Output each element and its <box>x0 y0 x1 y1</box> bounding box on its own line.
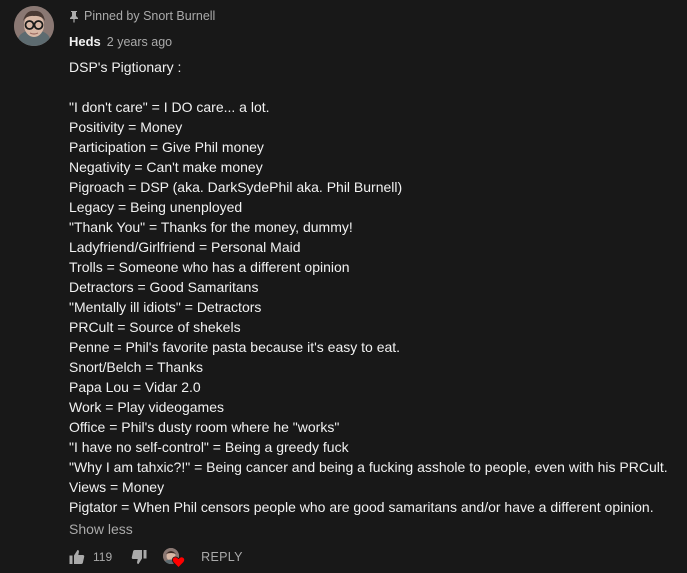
comment-line: Penne = Phil's favorite pasta because it… <box>69 339 401 355</box>
comment-line: Legacy = Being unenployed <box>69 199 243 215</box>
avatar-image <box>14 6 54 46</box>
comment-line: Pigroach = DSP (aka. DarkSydePhil aka. P… <box>69 179 403 195</box>
creator-heart-badge <box>163 546 186 569</box>
reply-button[interactable]: REPLY <box>201 550 243 564</box>
comment-line: Snort/Belch = Thanks <box>69 359 203 375</box>
comment-line: Participation = Give Phil money <box>69 139 264 155</box>
comment-line: "Thank You" = Thanks for the money, dumm… <box>69 219 353 235</box>
pin-icon <box>69 10 79 23</box>
comment-line: Detractors = Good Samaritans <box>69 279 259 295</box>
comment-actions: 119 REPLY <box>69 546 243 569</box>
like-count: 119 <box>93 550 113 564</box>
comment-line: "Mentally ill idiots" = Detractors <box>69 299 262 315</box>
comment-line: "I have no self-control" = Being a greed… <box>69 439 349 455</box>
comment-line: Ladyfriend/Girlfriend = Personal Maid <box>69 239 301 255</box>
pinned-text: Pinned by Snort Burnell <box>84 9 216 23</box>
comment-text: DSP's Pigtionary : "I don't care" = I DO … <box>69 57 679 517</box>
comment-line: "Why I am tahxic?!" = Being cancer and b… <box>69 459 668 475</box>
comment-line: Positivity = Money <box>69 119 183 135</box>
comment-line: PRCult = Source of shekels <box>69 319 241 335</box>
comment-timestamp[interactable]: 2 years ago <box>107 35 172 49</box>
comment-line <box>69 77 679 97</box>
pinned-indicator: Pinned by Snort Burnell <box>69 8 679 24</box>
comment-line: Papa Lou = Vidar 2.0 <box>69 379 201 395</box>
comment-author[interactable]: Heds <box>69 34 101 49</box>
comment-line: Pigtator = When Phil censors people who … <box>69 499 654 515</box>
comment-line: Office = Phil's dusty room where he "wor… <box>69 419 340 435</box>
comment-line: DSP's Pigtionary : <box>69 59 182 75</box>
thumbs-up-icon[interactable] <box>69 549 85 565</box>
thumbs-down-icon[interactable] <box>131 549 147 565</box>
comment-content: Pinned by Snort Burnell Heds 2 years ago… <box>69 8 679 539</box>
comment-header: Heds 2 years ago <box>69 34 679 52</box>
heart-icon <box>172 555 186 569</box>
comment-line: Views = Money <box>69 479 165 495</box>
comment-line: Work = Play videogames <box>69 399 224 415</box>
comment-line: "I don't care" = I DO care... a lot. <box>69 99 270 115</box>
avatar[interactable] <box>14 6 54 46</box>
show-less-button[interactable]: Show less <box>69 519 679 539</box>
comment-line: Trolls = Someone who has a different opi… <box>69 259 350 275</box>
comment-line: Negativity = Can't make money <box>69 159 263 175</box>
